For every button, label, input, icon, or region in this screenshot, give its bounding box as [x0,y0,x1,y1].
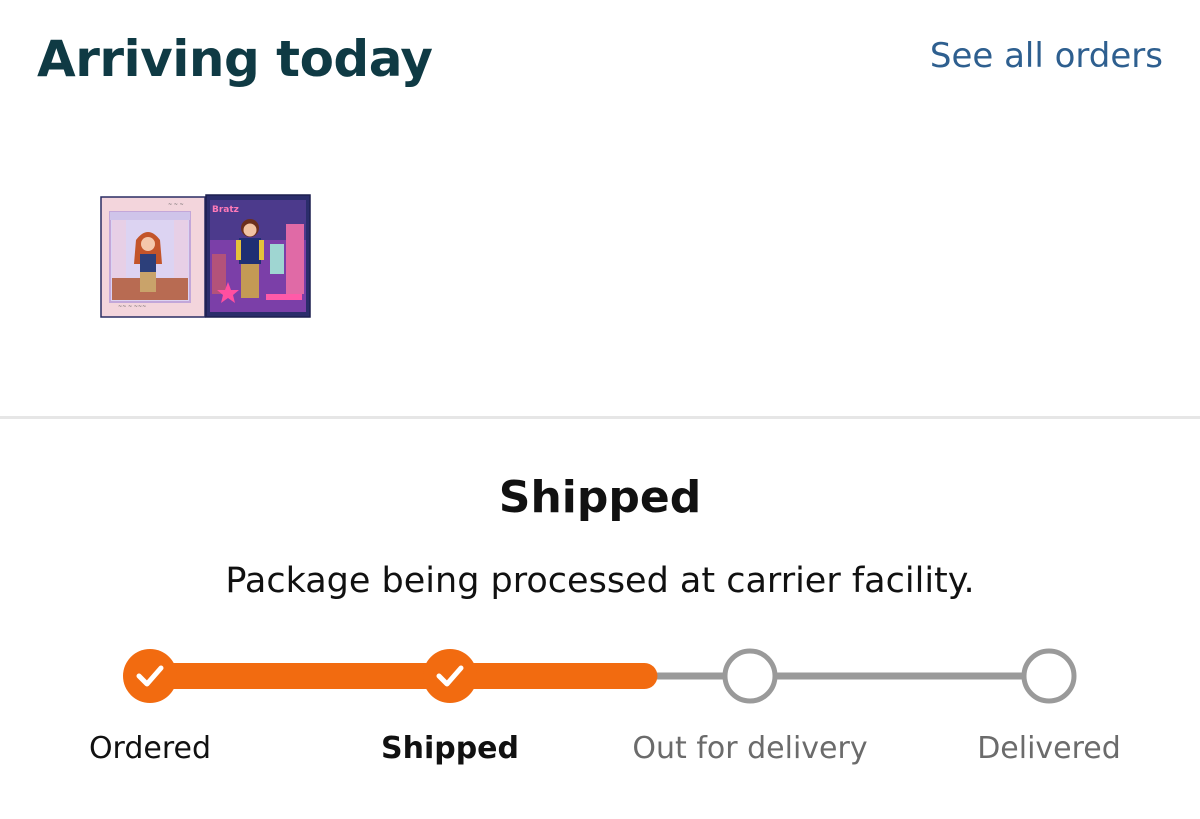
step-label-ordered: Ordered [88,731,212,766]
product-image[interactable]: ~ ~ ~ ~~ ~ ~~~ Bratz [100,194,312,320]
pending-step-circle [1021,648,1077,704]
svg-text:~~ ~ ~~~: ~~ ~ ~~~ [118,304,146,310]
pending-step-circle [722,648,778,704]
step-ordered-marker [123,649,177,703]
see-all-orders-link[interactable]: See all orders [930,33,1163,79]
step-shipped-marker [423,649,477,703]
step-delivered-marker [1021,648,1077,704]
completed-step-circle [123,649,177,703]
order-tracking-page: Arriving today See all orders ~ ~ ~ ~~ ~… [0,0,1200,819]
shipment-status-title: Shipped [498,472,702,523]
page-title: Arriving today [37,30,433,88]
shipment-status-description: Package being processed at carrier facil… [225,561,975,601]
step-label-shipped: Shipped [380,731,520,766]
section-divider [0,416,1200,419]
step-out-for-delivery-marker [722,648,778,704]
delivery-progress-tracker [123,648,1077,704]
step-label-out-for-delivery: Out for delivery [632,731,868,766]
step-label-delivered: Delivered [977,731,1121,766]
svg-text:~ ~ ~: ~ ~ ~ [168,202,184,208]
completed-step-circle [423,649,477,703]
svg-text:Bratz: Bratz [212,205,239,215]
